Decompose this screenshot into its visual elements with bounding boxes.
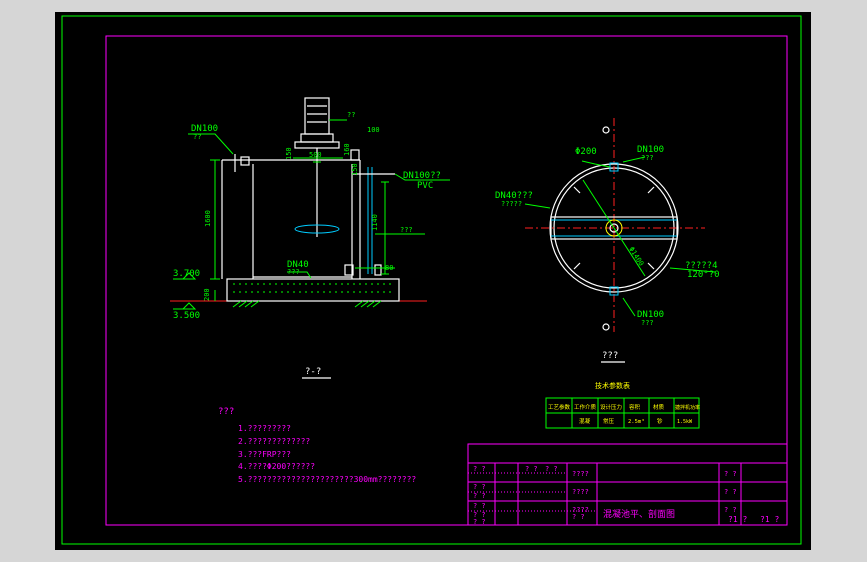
dim-150b: 150 [351, 163, 359, 176]
spec-h5: 搪拌机功率 [675, 404, 700, 411]
elev-mark-2 [173, 302, 197, 310]
outer-frame [61, 15, 802, 545]
tb-r4c5a: ?1 ? [728, 515, 747, 524]
tb-r1c3: ? ? [545, 465, 558, 473]
dim-1140: 1140 [371, 214, 379, 231]
tb-r1c5: ? ? [724, 470, 737, 478]
motor [304, 97, 330, 135]
inner-frame [105, 35, 788, 526]
label-pvc-a: DN100?? [403, 171, 441, 181]
tb-r1c1: ? ? [473, 465, 486, 473]
tb-r1c4: ???? [572, 470, 589, 478]
spec-v4: 钞 [657, 417, 663, 425]
spec-table-caption: 技术参数表 [595, 381, 630, 390]
label-dn40-sub: ??? [287, 268, 300, 276]
spec-table: 技术参数表 工艺参数 工作介质 设计压力 容积 材质 搪拌机功率 混凝 常压 2… [545, 381, 700, 429]
tb-drawing-name: 混凝池平、剖面图 [603, 508, 675, 520]
tb-r4c3: ? ? [572, 513, 585, 521]
notes-heading: ??? [218, 407, 234, 417]
label-dn100-bottom-sub: ??? [641, 319, 654, 327]
label-motor: ?? [347, 111, 355, 119]
elev-2: 3.500 [173, 311, 200, 321]
elev-1: 3.700 [173, 269, 200, 279]
note-line-1: 1.????????? [238, 424, 291, 433]
label-support-sub: 120°?0 [687, 270, 720, 280]
label-dn100-top-sub: ??? [641, 154, 654, 162]
spec-h0: 工艺参数 [548, 403, 571, 411]
dim-150: 150 [285, 147, 293, 160]
plan-title: ??? [602, 351, 618, 361]
dim-80: 80 [385, 264, 393, 272]
dim-500: 500 [309, 151, 322, 159]
spec-v2: 常压 [603, 417, 615, 425]
label-ladder: ??? [400, 226, 413, 234]
soil-hatch [232, 300, 382, 308]
label-dn40-sub: ????? [501, 200, 522, 208]
foundation-hatch [233, 283, 393, 293]
svg-text:? ?: ? ? [473, 518, 486, 526]
note-line-2: 2.????????????? [238, 437, 310, 446]
tb-r2c5: ? ? [724, 488, 737, 496]
svg-text:? ?: ? ? [473, 492, 486, 500]
label-pvc-b: PVC [417, 181, 433, 191]
spec-v3: 2.5m³ [628, 418, 645, 425]
dim-height: 1600 [204, 210, 212, 227]
title-block: ? ? ? ? ? ? ???? ? ? ???? ? ? ???? ? ? ?… [467, 443, 788, 526]
svg-text:? ?: ? ? [473, 483, 486, 491]
spec-h1: 工作介质 [574, 403, 597, 411]
section-title: ?-? [305, 367, 321, 377]
label-phi-diameter: Φ1400 [627, 245, 645, 267]
spec-h3: 容积 [629, 403, 641, 411]
label-pipe-top-sub: ?? [193, 133, 201, 141]
cad-viewport[interactable]: DN100 ?? ?? 100 150 500 160 150 DN100?? … [55, 12, 811, 550]
tb-r2c4: ???? [572, 488, 589, 496]
spec-h4: 材质 [653, 403, 665, 411]
spec-v1: 混凝 [579, 417, 591, 425]
foundation-slab [226, 278, 400, 302]
tb-r1c2: ? ? [525, 465, 538, 473]
note-line-4: 4.????Φ200?????? [238, 462, 315, 471]
dim-200: 200 [203, 288, 211, 301]
dim-160: 160 [343, 143, 351, 156]
tb-r3c5: ? ? [724, 506, 737, 514]
notes: ??? 1.????????? 2.????????????? 3.???FRP… [218, 407, 416, 484]
tb-r4c5b: ?1 ? [760, 515, 779, 524]
note-line-3: 3.???FRP??? [238, 450, 291, 459]
label-phi200: Φ200 [575, 147, 597, 157]
spec-h2: 设计压力 [600, 403, 622, 411]
section-view: DN100 ?? ?? 100 150 500 160 150 DN100?? … [170, 97, 450, 379]
note-line-5: 5.??????????????????????300mm???????? [238, 475, 416, 484]
plan-view: Φ200 DN100 ??? DN40??? ????? Φ1400 ?????… [495, 118, 720, 363]
drawing-sheet: DN100 ?? ?? 100 150 500 160 150 DN100?? … [61, 15, 802, 545]
dim-top-right: 100 [367, 126, 380, 134]
svg-text:? ?: ? ? [473, 502, 486, 510]
spec-v5: 1.5kW [677, 419, 693, 425]
